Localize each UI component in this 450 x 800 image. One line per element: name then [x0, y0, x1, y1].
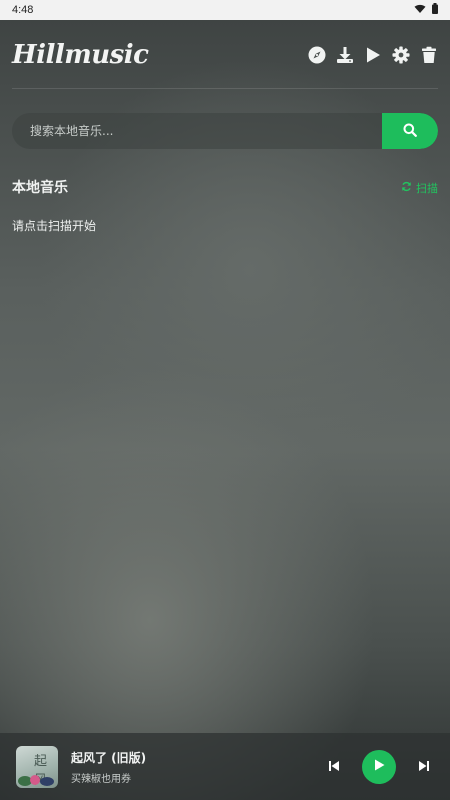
search-button[interactable] [382, 113, 438, 149]
status-bar: 4:48 [0, 0, 450, 20]
section-title: 本地音乐 [12, 180, 68, 196]
app-header: Hillmusic [12, 38, 438, 72]
search-icon [403, 122, 417, 141]
download-icon[interactable] [336, 46, 354, 64]
previous-button[interactable] [324, 757, 344, 777]
scan-label: 扫描 [416, 182, 438, 195]
mini-player: 起风 起风了 (旧版) 买辣椒也用券 [0, 733, 450, 800]
gear-icon[interactable] [392, 46, 410, 64]
play-icon[interactable] [364, 46, 382, 64]
search-input[interactable] [12, 113, 382, 149]
track-artist: 买辣椒也用券 [71, 773, 131, 785]
track-title: 起风了 (旧版) [71, 750, 147, 765]
battery-icon [432, 3, 438, 17]
empty-hint: 请点击扫描开始 [12, 219, 97, 233]
album-cover[interactable]: 起风 [16, 745, 58, 788]
trash-icon[interactable] [420, 46, 438, 64]
status-time: 4:48 [12, 4, 34, 16]
player-controls [324, 749, 434, 784]
app-logo: Hillmusic [12, 40, 149, 70]
track-info[interactable]: 起风了 (旧版) 买辣椒也用券 [71, 749, 146, 785]
skip-next-icon [418, 757, 430, 776]
header-divider [12, 88, 438, 89]
play-pause-button[interactable] [362, 749, 396, 784]
next-button[interactable] [414, 757, 434, 777]
play-icon [372, 757, 386, 776]
refresh-icon [401, 181, 412, 195]
wifi-icon [414, 4, 426, 17]
app-screen: Hillmusic 本地音乐 [0, 20, 450, 800]
toolbar [308, 46, 438, 64]
compass-icon[interactable] [308, 46, 326, 64]
skip-previous-icon [328, 757, 340, 776]
search-bar [12, 113, 438, 149]
scan-button[interactable]: 扫描 [401, 180, 438, 196]
